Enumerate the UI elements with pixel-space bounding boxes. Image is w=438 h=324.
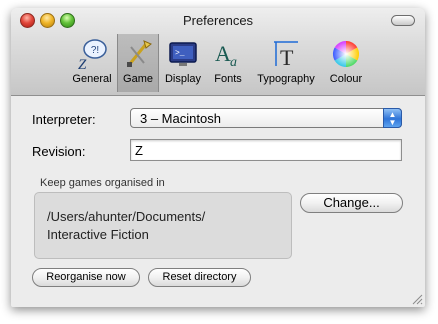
toolbar-display-label: Display	[164, 73, 202, 85]
change-button[interactable]: Change...	[300, 193, 403, 213]
revision-field[interactable]: Z	[130, 139, 402, 161]
svg-text:?!: ?!	[91, 45, 99, 56]
revision-label: Revision:	[32, 144, 86, 159]
toolbar-fonts[interactable]: A a Fonts	[208, 34, 248, 92]
titlebar: Preferences ?! Z General Game >_ Display…	[11, 8, 425, 96]
interpreter-popup[interactable]: 3 – Macintosh ▲ ▼	[130, 108, 402, 128]
toolbar-game-label: Game	[123, 73, 153, 85]
toolbar-colour-label: Colour	[329, 73, 363, 85]
svg-text:>_: >_	[175, 49, 185, 58]
toolbar-typography[interactable]: T Typography	[251, 34, 321, 92]
toolbar-general-label: General	[72, 73, 112, 85]
resize-grip-icon[interactable]	[411, 293, 423, 305]
toolbar-game[interactable]: Game	[117, 34, 159, 92]
directory-path-line1: /Users/ahunter/Documents/	[47, 209, 206, 224]
display-icon: >_	[169, 42, 197, 66]
directory-path-line2: Interactive Fiction	[47, 227, 149, 242]
directory-caption: Keep games organised in	[40, 177, 165, 189]
preferences-window: Preferences ?! Z General Game >_ Display…	[11, 8, 425, 307]
reset-directory-button[interactable]: Reset directory	[148, 268, 251, 287]
toolbar-toggle-button[interactable]	[391, 15, 415, 26]
popup-arrows-icon: ▲ ▼	[383, 108, 402, 128]
toolbar-colour[interactable]: Colour	[323, 34, 369, 92]
typography-icon: T	[274, 41, 298, 70]
svg-text:Z: Z	[78, 57, 87, 70]
svg-text:A: A	[215, 41, 231, 66]
reorganise-now-button[interactable]: Reorganise now	[32, 268, 140, 287]
interpreter-label: Interpreter:	[32, 112, 96, 127]
game-icon	[127, 40, 152, 67]
colour-icon	[332, 40, 360, 68]
window-title: Preferences	[182, 13, 254, 28]
toolbar-typography-label: Typography	[257, 73, 315, 85]
svg-text:T: T	[280, 45, 294, 70]
interpreter-value: 3 – Macintosh	[140, 111, 221, 126]
fonts-icon: A a	[215, 41, 237, 70]
toolbar-fonts-label: Fonts	[214, 73, 242, 85]
revision-value: Z	[135, 143, 143, 158]
directory-path-box: /Users/ahunter/Documents/ Interactive Fi…	[34, 192, 292, 259]
toolbar-display[interactable]: >_ Display	[160, 34, 206, 92]
svg-text:a: a	[230, 55, 237, 70]
toolbar-general[interactable]: ?! Z General	[69, 34, 115, 92]
general-icon: ?! Z	[78, 39, 107, 70]
